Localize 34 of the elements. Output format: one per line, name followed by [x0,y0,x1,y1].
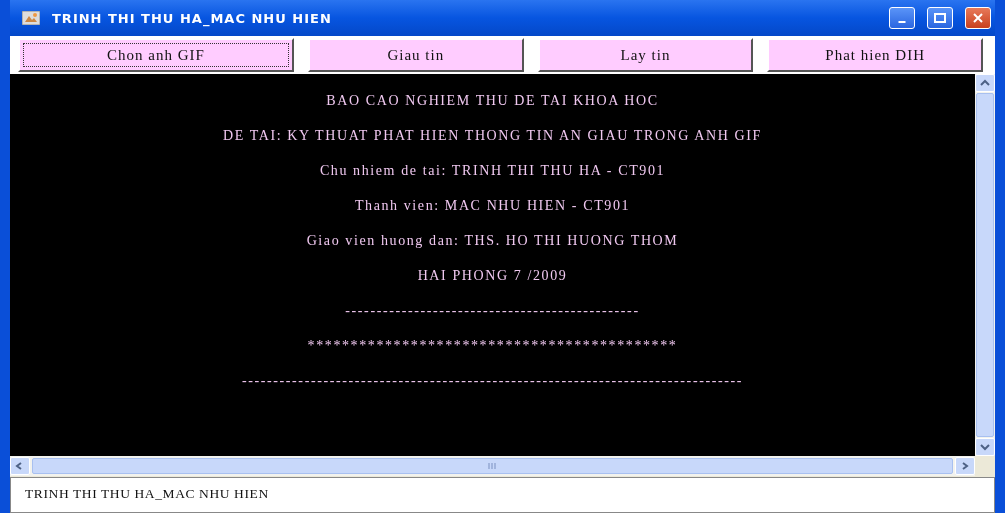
display-line: Giao vien huong dan: THS. HO THI HUONG THOM [306,232,679,250]
horizontal-scrollbar[interactable] [10,456,975,476]
toolbar-button[interactable]: Chon anh GIF [18,38,294,72]
toolbar-button[interactable]: Phat hien DIH [767,38,983,72]
scroll-up-button[interactable] [975,74,995,92]
chevron-down-icon [980,443,990,451]
scroll-left-button[interactable] [10,457,30,475]
close-icon [973,13,983,23]
minimize-button[interactable] [889,7,915,29]
toolbar-button[interactable]: Giau tin [308,38,524,72]
scroll-right-button[interactable] [955,457,975,475]
display-line: ----------------------------------------------- [345,302,640,320]
chevron-right-icon [960,462,970,470]
close-button[interactable] [965,7,991,29]
scroll-down-button[interactable] [975,438,995,456]
chevron-up-icon [980,79,990,87]
scroll-thumb[interactable] [32,458,953,474]
display-line: -------------------------------------------------------------------------------- [242,372,743,390]
maximize-button[interactable] [927,7,953,29]
text-field[interactable]: TRINH THI THU HA_MAC NHU HIEN [10,477,995,513]
display-line: HAI PHONG 7 /2009 [417,267,568,285]
display-line: DE TAI: KY THUAT PHAT HIEN THONG TIN AN GIAU TRONG ANH GIF [223,127,762,145]
display-line: Thanh vien: MAC NHU HIEN - CT901 [354,197,631,215]
grip-icon [487,463,498,469]
display-line: ******************************************* [307,337,678,355]
toolbar-button[interactable]: Lay tin [537,38,754,72]
vertical-scrollbar[interactable] [975,74,995,456]
minimize-icon [898,21,906,23]
window-title: TRINH THI THU HA_MAC NHU HIEN [52,10,333,26]
display-line: Chu nhiem de tai: TRINH THI THU HA - CT901 [319,162,666,180]
maximize-icon [934,13,946,23]
scroll-thumb[interactable] [976,93,994,437]
display-line: BAO CAO NGHIEM THU DE TAI KHOA HOC [326,92,659,110]
app-icon [22,11,40,25]
